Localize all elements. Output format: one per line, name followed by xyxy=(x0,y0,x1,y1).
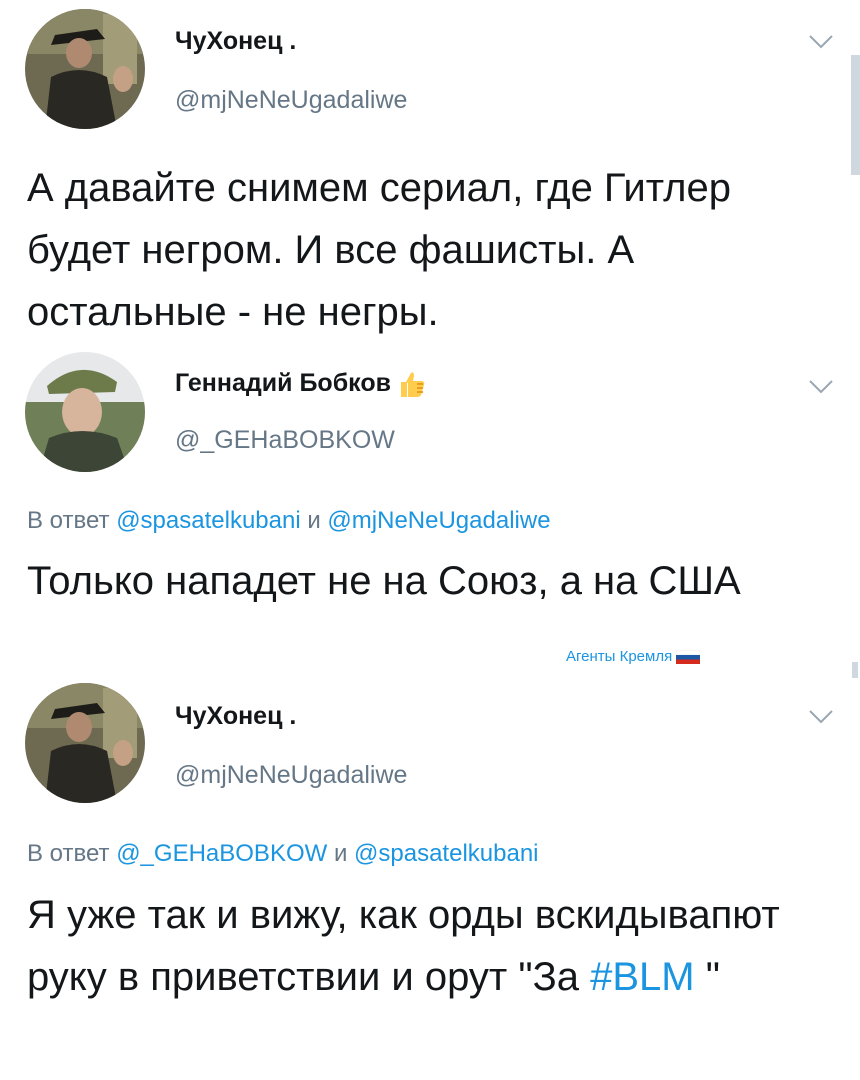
avatar-image xyxy=(25,683,145,803)
avatar-image xyxy=(25,352,145,472)
watermark: Агенты Кремля xyxy=(566,648,701,665)
mention-link[interactable]: @spasatelkubani xyxy=(354,840,538,867)
reply-context: В ответ @_GEHaBOBKOW и @spasatelkubani xyxy=(27,840,539,868)
avatar[interactable] xyxy=(25,683,145,803)
hashtag-link[interactable]: #BLM xyxy=(590,955,695,999)
mention-link[interactable]: @mjNeNeUgadaliwe xyxy=(327,507,550,534)
avatar[interactable] xyxy=(25,9,145,129)
author-handle[interactable]: @mjNeNeUgadaliwe xyxy=(175,86,407,115)
russian-flag-icon xyxy=(676,649,701,664)
tweet-text-part: " xyxy=(694,955,720,999)
tweet-text: А давайте снимем сериал, где Гитлер буде… xyxy=(27,166,731,334)
tweet-text: Я уже так и вижу, как орды вскидывапют р… xyxy=(27,884,827,1008)
watermark-text: Агенты Кремля xyxy=(566,648,673,665)
reply-prefix: В ответ xyxy=(27,840,110,867)
author-handle[interactable]: @_GEHaBOBKOW xyxy=(175,426,395,455)
mention-link[interactable]: @_GEHaBOBKOW xyxy=(116,840,327,867)
author-name[interactable]: ЧуХонец . xyxy=(175,702,296,731)
scrollbar[interactable] xyxy=(852,662,858,678)
chevron-down-icon[interactable] xyxy=(808,34,834,50)
chevron-down-icon[interactable] xyxy=(808,379,834,395)
mention-link[interactable]: @spasatelkubani xyxy=(116,507,300,534)
reply-conj: и xyxy=(333,840,348,867)
reply-context: В ответ @spasatelkubani и @mjNeNeUgadali… xyxy=(27,507,551,535)
avatar[interactable] xyxy=(25,352,145,472)
author-name[interactable]: ЧуХонец . xyxy=(175,27,296,56)
author-name[interactable]: Геннадий Бобков xyxy=(175,369,428,399)
author-name-text: Геннадий Бобков xyxy=(175,369,391,397)
author-handle[interactable]: @mjNeNeUgadaliwe xyxy=(175,761,407,790)
tweet-text: Только нападет не на Союз, а на США xyxy=(27,559,741,603)
scrollbar[interactable] xyxy=(851,55,860,175)
chevron-down-icon[interactable] xyxy=(808,709,834,725)
avatar-image xyxy=(25,9,145,129)
thumbs-up-icon xyxy=(400,372,425,398)
reply-prefix: В ответ xyxy=(27,507,110,534)
reply-conj: и xyxy=(307,507,321,534)
